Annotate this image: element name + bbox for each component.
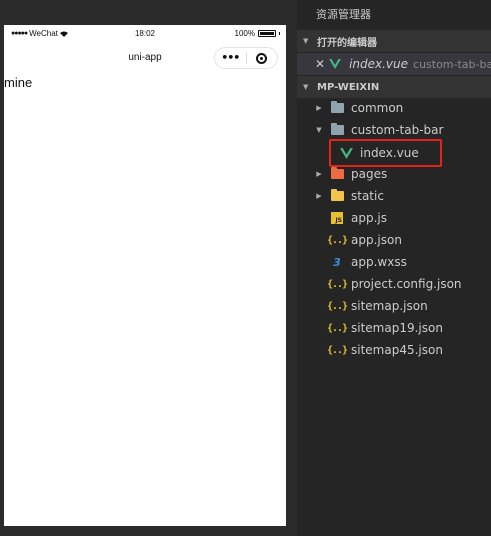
close-icon[interactable]: ✕ bbox=[315, 57, 325, 71]
more-icon[interactable]: ••• bbox=[215, 48, 246, 68]
open-editor-item[interactable]: ✕ index.vue custom-tab-bar bbox=[297, 53, 491, 75]
chevron-down-icon: ▼ bbox=[303, 37, 309, 45]
open-editor-name: index.vue bbox=[349, 57, 409, 71]
open-editors-header[interactable]: ▼ 打开的编辑器 bbox=[297, 30, 491, 52]
battery-percent: 100% bbox=[234, 29, 255, 38]
static-folder-icon bbox=[330, 189, 344, 203]
explorer-panel: 资源管理器 ▼ 打开的编辑器 ✕ index.vue custom-tab-ba… bbox=[297, 0, 491, 536]
highlight-annotation-box bbox=[329, 139, 442, 167]
pages-folder-icon bbox=[330, 167, 344, 181]
json-icon: {..} bbox=[326, 278, 348, 290]
tree-item-app-wxss[interactable]: 3 app.wxss bbox=[297, 251, 491, 273]
tree-item-custom-tab-bar[interactable]: ▼ custom-tab-bar bbox=[297, 119, 491, 141]
tree-item-sitemap45-json[interactable]: {..} sitemap45.json bbox=[297, 339, 491, 361]
tree-item-sitemap-json[interactable]: {..} sitemap.json bbox=[297, 295, 491, 317]
json-icon: {..} bbox=[326, 300, 348, 312]
json-icon: {..} bbox=[326, 344, 348, 356]
nav-bar: uni-app ••• bbox=[4, 43, 286, 73]
explorer-title: 资源管理器 bbox=[316, 8, 371, 21]
menu-capsule: ••• bbox=[214, 47, 278, 69]
folder-open-icon bbox=[330, 123, 344, 137]
tree-item-static[interactable]: ▶ static bbox=[297, 185, 491, 207]
project-header[interactable]: ▼ MP-WEIXIN bbox=[297, 76, 491, 98]
css-icon: 3 bbox=[333, 255, 341, 269]
close-target-button[interactable] bbox=[247, 52, 278, 64]
target-icon bbox=[256, 52, 268, 64]
javascript-icon: JS bbox=[330, 211, 344, 225]
status-bar: ●●●●● WeChat 18:02 100% bbox=[4, 25, 286, 43]
json-icon: {..} bbox=[326, 234, 348, 246]
chevron-down-icon: ▼ bbox=[316, 126, 322, 134]
phone-screen: ●●●●● WeChat 18:02 100% uni-app ••• mine bbox=[4, 25, 286, 526]
vue-icon bbox=[328, 57, 342, 71]
chevron-right-icon: ▶ bbox=[316, 170, 322, 178]
page-content-text: mine bbox=[4, 75, 33, 90]
chevron-right-icon: ▶ bbox=[316, 192, 322, 200]
tree-item-app-js[interactable]: JS app.js bbox=[297, 207, 491, 229]
battery-icon bbox=[258, 30, 276, 37]
chevron-down-icon: ▼ bbox=[303, 83, 309, 91]
tree-item-sitemap19-json[interactable]: {..} sitemap19.json bbox=[297, 317, 491, 339]
folder-icon bbox=[330, 101, 344, 115]
open-editor-path: custom-tab-bar bbox=[413, 57, 491, 71]
tree-item-project-config-json[interactable]: {..} project.config.json bbox=[297, 273, 491, 295]
chevron-right-icon: ▶ bbox=[316, 104, 322, 112]
json-icon: {..} bbox=[326, 322, 348, 334]
tree-item-common[interactable]: ▶ common bbox=[297, 97, 491, 119]
tree-item-app-json[interactable]: {..} app.json bbox=[297, 229, 491, 251]
